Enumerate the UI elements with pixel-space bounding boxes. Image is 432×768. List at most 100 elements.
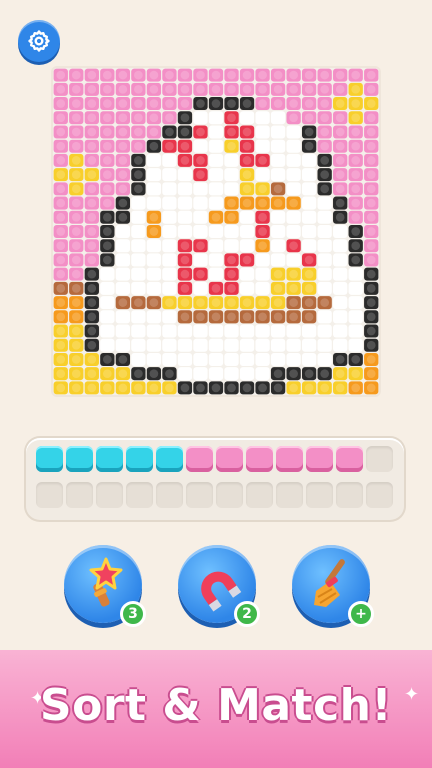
- board-pixel-highlight: [242, 156, 252, 165]
- board-pixel-highlight: [227, 255, 236, 265]
- board-pixel-highlight: [102, 156, 112, 165]
- board-pixel-highlight: [242, 241, 252, 251]
- tray-tile-cyan[interactable]: [66, 446, 93, 472]
- board-pixel-highlight: [149, 84, 159, 94]
- tray-tile-cyan[interactable]: [36, 446, 63, 472]
- board-pixel-highlight: [87, 99, 97, 108]
- board-pixel-highlight: [289, 113, 298, 123]
- board-pixel-highlight: [289, 255, 298, 265]
- tray-tile-cyan[interactable]: [126, 446, 153, 472]
- tray-tile-pink[interactable]: [216, 446, 243, 472]
- board-pixel-highlight: [289, 284, 298, 293]
- magnet-booster-button[interactable]: 2: [178, 545, 260, 627]
- tray-tile-pink[interactable]: [336, 446, 363, 472]
- board-pixel-highlight: [196, 340, 205, 350]
- board-pixel-highlight: [87, 84, 97, 94]
- board-pixel-highlight: [211, 326, 221, 336]
- board-pixel-highlight: [335, 156, 345, 165]
- board-pixel-highlight: [165, 340, 174, 350]
- board-pixel-highlight: [102, 198, 112, 208]
- settings-button[interactable]: [18, 20, 60, 62]
- board-pixel-highlight: [366, 99, 376, 108]
- board-pixel-highlight: [118, 227, 128, 236]
- board-pixel-highlight: [258, 284, 267, 293]
- board-pixel-highlight: [351, 141, 361, 151]
- board-pixel-highlight: [320, 241, 330, 251]
- board-pixel-highlight: [320, 298, 330, 307]
- board-pixel-highlight: [366, 141, 376, 151]
- board-pixel-highlight: [289, 355, 298, 364]
- board-pixel-highlight: [273, 340, 283, 350]
- board-pixel-highlight: [335, 340, 345, 350]
- board-pixel-highlight: [196, 212, 205, 222]
- board-pixel-highlight: [102, 383, 112, 393]
- broom-booster-button[interactable]: +: [292, 545, 374, 627]
- board-pixel-highlight: [258, 241, 267, 251]
- board-pixel-highlight: [71, 369, 81, 379]
- board-pixel-highlight: [56, 312, 66, 322]
- board-pixel-highlight: [242, 298, 252, 307]
- board-pixel-highlight: [56, 340, 66, 350]
- board-pixel-highlight: [165, 326, 174, 336]
- board-pixel-highlight: [211, 212, 221, 222]
- board-pixel-highlight: [273, 383, 283, 393]
- board-pixel-highlight: [289, 212, 298, 222]
- board-pixel-highlight: [227, 383, 236, 393]
- board-pixel-highlight: [134, 127, 143, 137]
- board-pixel-highlight: [258, 198, 267, 208]
- tray-tile-cyan[interactable]: [156, 446, 183, 472]
- magic-wand-count-badge: 3: [120, 601, 146, 627]
- board-pixel-highlight: [304, 156, 314, 165]
- board-pixel-highlight: [335, 269, 345, 279]
- board-pixel-highlight: [335, 84, 345, 94]
- board-pixel-highlight: [87, 312, 97, 322]
- board-pixel-highlight: [366, 156, 376, 165]
- board-pixel-highlight: [227, 269, 236, 279]
- board-pixel-highlight: [304, 340, 314, 350]
- tray-tile-pink[interactable]: [186, 446, 213, 472]
- board-pixel-highlight: [351, 383, 361, 393]
- board-pixel-highlight: [56, 170, 66, 179]
- board-pixel-highlight: [134, 326, 143, 336]
- board-pixel-highlight: [351, 198, 361, 208]
- board-pixel-highlight: [289, 156, 298, 165]
- board-pixel-highlight: [196, 170, 205, 179]
- board-pixel-highlight: [87, 269, 97, 279]
- board-pixel-highlight: [366, 127, 376, 137]
- board-pixel-highlight: [366, 340, 376, 350]
- board-pixel-highlight: [351, 312, 361, 322]
- board-pixel-highlight: [211, 184, 221, 194]
- board-pixel-highlight: [258, 127, 267, 137]
- board-pixel-highlight: [304, 284, 314, 293]
- board-pixel-highlight: [87, 298, 97, 307]
- board-pixel-highlight: [165, 284, 174, 293]
- board-pixel-highlight: [102, 84, 112, 94]
- board-pixel-highlight: [196, 269, 205, 279]
- board-pixel-highlight: [102, 326, 112, 336]
- magic-wand-booster-button[interactable]: 3: [64, 545, 146, 627]
- tray-tile-pink[interactable]: [276, 446, 303, 472]
- board-pixel-highlight: [87, 170, 97, 179]
- board-pixel-highlight: [211, 255, 221, 265]
- board-pixel-highlight: [71, 269, 81, 279]
- tray-tile-cyan[interactable]: [96, 446, 123, 472]
- board-pixel-highlight: [71, 127, 81, 137]
- board-pixel-highlight: [180, 355, 190, 364]
- board-pixel-highlight: [289, 269, 298, 279]
- board-pixel-highlight: [227, 141, 236, 151]
- board-pixel-highlight: [71, 99, 81, 108]
- board-pixel-highlight: [71, 355, 81, 364]
- board-pixel-highlight: [304, 326, 314, 336]
- board-pixel-highlight: [289, 70, 298, 80]
- tray-tile-pink[interactable]: [306, 446, 333, 472]
- board-pixel-highlight: [351, 284, 361, 293]
- board-pixel-highlight: [71, 156, 81, 165]
- board-pixel-highlight: [180, 312, 190, 322]
- board-pixel-highlight: [304, 141, 314, 151]
- tray-tile-pink[interactable]: [246, 446, 273, 472]
- board-pixel-highlight: [71, 312, 81, 322]
- board-pixel-highlight: [149, 70, 159, 80]
- board-pixel-highlight: [165, 170, 174, 179]
- collection-tray: [26, 438, 404, 520]
- board-pixel-highlight: [87, 113, 97, 123]
